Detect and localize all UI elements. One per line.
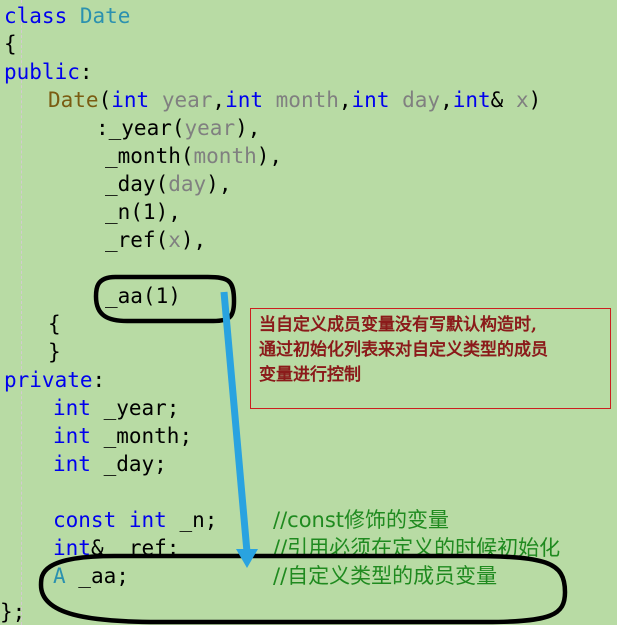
code-token: int xyxy=(53,536,91,560)
code-line-l11[interactable]: { xyxy=(48,310,61,338)
code-line-l1[interactable]: class Date xyxy=(4,2,130,30)
code-comment-c1[interactable]: //const修饰的变量 xyxy=(273,506,449,534)
code-token: x xyxy=(168,228,181,252)
code-token: _aa; xyxy=(65,564,129,588)
code-token: : xyxy=(92,368,106,392)
code-line-l16[interactable]: int _day; xyxy=(53,450,167,478)
code-line-l6[interactable]: _month(month), xyxy=(105,142,282,170)
code-comment-c3[interactable]: //自定义类型的成员变量 xyxy=(273,562,497,590)
code-token: _year; xyxy=(90,396,180,420)
code-token: ) xyxy=(528,88,542,112)
code-token: month xyxy=(275,88,339,112)
code-token: ( xyxy=(171,116,185,140)
code-token: ( xyxy=(180,144,194,168)
code-token: ), xyxy=(256,144,283,168)
code-line-l18[interactable]: int& ref; xyxy=(53,534,179,562)
code-token: public xyxy=(4,60,80,84)
code-line-l13[interactable]: private: xyxy=(4,366,105,394)
code-line-l4[interactable]: Date(int year,int month,int day,int& x) xyxy=(48,86,541,114)
code-line-l15[interactable]: int _month; xyxy=(53,422,192,450)
code-line-l5[interactable]: :_year(year), xyxy=(96,114,260,142)
code-token: ), xyxy=(206,172,232,196)
code-token: int xyxy=(53,424,91,448)
code-token: _month; xyxy=(90,424,193,448)
indent-guide-0 xyxy=(21,0,22,625)
code-token: _ref xyxy=(105,228,156,252)
code-line-l19[interactable]: A _aa; xyxy=(53,562,129,590)
code-line-l9[interactable]: _ref(x), xyxy=(105,226,206,254)
arrow-head xyxy=(236,549,258,568)
code-token: & xyxy=(490,88,516,112)
comment-text: //自定义类型的成员变量 xyxy=(273,564,498,588)
code-line-l7[interactable]: _day(day), xyxy=(105,170,231,198)
code-token: day xyxy=(402,88,441,112)
comment-text: //const修饰的变量 xyxy=(273,508,450,532)
code-token: int xyxy=(351,88,390,112)
code-token: _n(1), xyxy=(105,200,181,224)
code-token: { xyxy=(48,312,61,336)
code-token: ( xyxy=(98,88,112,112)
code-token: & ref; xyxy=(90,536,180,560)
note-line-2: 通过初始化列表来对自定义类型的成员 xyxy=(259,340,548,360)
code-token: month xyxy=(193,144,257,168)
code-token: }; xyxy=(0,600,26,624)
code-token: _aa(1) xyxy=(105,284,181,308)
arrow-shaft xyxy=(220,291,251,553)
code-token: private xyxy=(4,368,93,392)
code-token: : xyxy=(79,60,93,84)
code-token: ), xyxy=(235,116,261,140)
code-comment-c2[interactable]: //引用必须在定义的时候初始化 xyxy=(273,534,560,562)
code-token: :_year xyxy=(96,116,172,140)
code-token: ), xyxy=(180,228,207,252)
code-token: { xyxy=(4,32,17,56)
code-line-l3[interactable]: public: xyxy=(4,58,93,86)
code-token: Date xyxy=(79,4,131,28)
code-token: ( xyxy=(155,228,169,252)
code-token: int xyxy=(111,88,150,112)
code-token: } xyxy=(48,340,61,364)
code-line-l12[interactable]: } xyxy=(48,338,61,366)
code-screenshot: class Date{public: Date(int year,int mont… xyxy=(0,0,617,625)
code-line-l17[interactable]: const int _n; xyxy=(53,506,217,534)
code-token: day xyxy=(168,172,207,196)
code-token: year xyxy=(184,116,236,140)
code-line-l20[interactable]: }; xyxy=(0,598,25,625)
code-token: , xyxy=(338,88,352,112)
code-line-l10[interactable]: _aa(1) xyxy=(105,282,181,310)
code-token: Date xyxy=(48,88,99,112)
code-token: x xyxy=(515,88,529,112)
code-token: int xyxy=(53,452,91,476)
red-note-box: 当自定义成员变量没有写默认构造时, 通过初始化列表来对自定义类型的成员 变量进行控制 xyxy=(250,308,611,409)
code-line-l2[interactable]: { xyxy=(4,30,17,58)
code-token: const int xyxy=(53,508,167,532)
note-line-3: 变量进行控制 xyxy=(259,365,361,385)
code-token: class xyxy=(4,4,80,28)
code-line-l8[interactable]: _n(1), xyxy=(105,198,181,226)
code-token: , xyxy=(212,88,226,112)
code-token: int xyxy=(225,88,263,112)
code-token: int xyxy=(452,88,491,112)
code-token: int xyxy=(53,396,91,420)
comment-text: //引用必须在定义的时候初始化 xyxy=(273,536,561,560)
code-token: _month xyxy=(105,144,181,168)
code-token: _day xyxy=(105,172,156,196)
code-token: , xyxy=(440,88,453,112)
note-line-1: 当自定义成员变量没有写默认构造时, xyxy=(259,315,537,335)
code-token: A xyxy=(53,564,66,588)
code-token: ( xyxy=(155,172,169,196)
code-token: _n; xyxy=(166,508,218,532)
code-token: year xyxy=(161,88,213,112)
code-token: _day; xyxy=(90,452,167,476)
code-line-l14[interactable]: int _year; xyxy=(53,394,179,422)
